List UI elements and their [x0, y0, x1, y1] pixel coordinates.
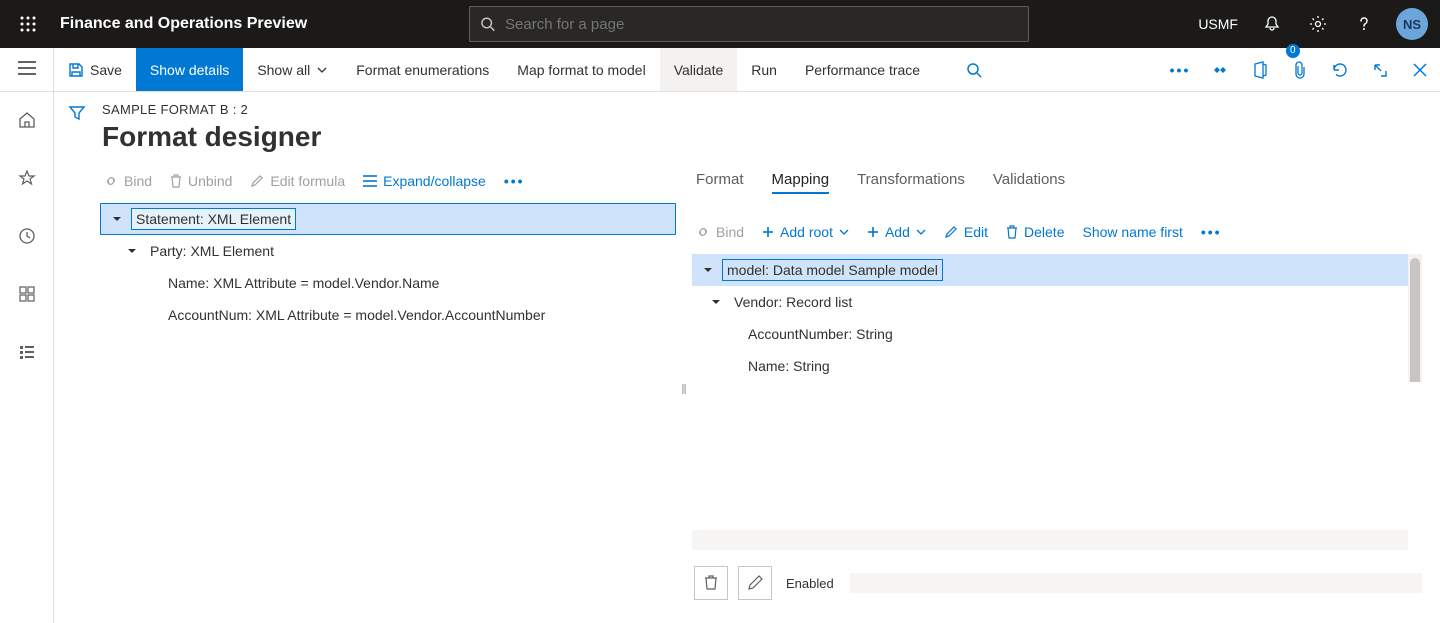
nav-workspaces-icon[interactable]: [7, 278, 47, 310]
search-icon: [480, 16, 495, 32]
link-icon: [104, 174, 118, 188]
plus-icon: [762, 226, 774, 238]
close-icon[interactable]: [1400, 48, 1440, 91]
nav-modules-icon[interactable]: [7, 336, 47, 368]
show-all-button[interactable]: Show all: [243, 48, 342, 91]
tree-node-party[interactable]: Party: XML Element: [100, 235, 676, 267]
tab-mapping[interactable]: Mapping: [772, 167, 830, 194]
property-edit-button[interactable]: [738, 566, 772, 600]
refresh-icon[interactable]: [1320, 48, 1360, 91]
left-pane-overflow[interactable]: •••: [504, 173, 525, 189]
splitter-handle[interactable]: ‖: [676, 167, 692, 610]
add-root-button[interactable]: Add root: [762, 224, 849, 240]
nav-recent-icon[interactable]: [7, 220, 47, 252]
page-title: Format designer: [102, 121, 1422, 153]
trash-icon: [1006, 225, 1018, 239]
company-picker[interactable]: USMF: [1190, 16, 1246, 32]
edit-button[interactable]: Edit: [944, 224, 988, 240]
nav-favorites-icon[interactable]: [7, 162, 47, 194]
expand-collapse-button[interactable]: Expand/collapse: [363, 173, 486, 189]
global-search-input[interactable]: [503, 15, 1018, 34]
performance-trace-button[interactable]: Performance trace: [791, 48, 934, 91]
settings-icon[interactable]: [1298, 4, 1338, 44]
run-button[interactable]: Run: [737, 48, 791, 91]
tab-transformations[interactable]: Transformations: [857, 167, 965, 194]
tree-caret[interactable]: [124, 243, 140, 259]
tree-caret[interactable]: [109, 211, 125, 227]
filter-icon[interactable]: [68, 104, 86, 623]
add-button[interactable]: Add: [867, 224, 926, 240]
user-avatar[interactable]: NS: [1396, 8, 1428, 40]
format-enumerations-button[interactable]: Format enumerations: [342, 48, 503, 91]
unbind-button[interactable]: Unbind: [170, 173, 232, 189]
page-search-button[interactable]: [954, 48, 994, 91]
mapping-bind-button[interactable]: Bind: [696, 224, 744, 240]
show-name-first-button[interactable]: Show name first: [1082, 224, 1182, 240]
chevron-down-icon: [839, 227, 849, 237]
global-search[interactable]: [469, 6, 1029, 42]
tree-node-name-attr[interactable]: Name: XML Attribute = model.Vendor.Name: [100, 267, 676, 299]
bind-button[interactable]: Bind: [104, 173, 152, 189]
model-node-root[interactable]: model: Data model Sample model: [692, 254, 1422, 286]
property-enabled-value[interactable]: [850, 573, 1422, 593]
chevron-down-icon: [316, 64, 328, 76]
model-node-name[interactable]: Name: String: [692, 350, 1422, 382]
edit-formula-button[interactable]: Edit formula: [250, 173, 345, 189]
link-icon: [696, 225, 710, 239]
show-details-button[interactable]: Show details: [136, 48, 243, 91]
right-pane-overflow[interactable]: •••: [1201, 224, 1222, 240]
tree-node-statement[interactable]: Statement: XML Element: [100, 203, 676, 235]
delete-button[interactable]: Delete: [1006, 224, 1064, 240]
pencil-icon: [944, 225, 958, 239]
list-icon: [363, 175, 377, 187]
tree-caret[interactable]: [708, 294, 724, 310]
validate-button[interactable]: Validate: [660, 48, 738, 91]
attachments-icon[interactable]: 0: [1280, 48, 1320, 91]
pencil-icon: [250, 174, 264, 188]
chevron-down-icon: [916, 227, 926, 237]
popout-icon[interactable]: [1360, 48, 1400, 91]
notifications-icon[interactable]: [1252, 4, 1292, 44]
model-node-accountnumber[interactable]: AccountNumber: String: [692, 318, 1422, 350]
attachments-badge: 0: [1286, 44, 1300, 58]
tree-node-accountnum-attr[interactable]: AccountNum: XML Attribute = model.Vendor…: [100, 299, 676, 331]
help-icon[interactable]: [1344, 4, 1384, 44]
save-button[interactable]: Save: [54, 48, 136, 91]
overflow-menu-button[interactable]: •••: [1160, 48, 1200, 91]
dataverse-icon[interactable]: [1200, 48, 1240, 91]
map-format-to-model-button[interactable]: Map format to model: [503, 48, 659, 91]
property-delete-button[interactable]: [694, 566, 728, 600]
app-title: Finance and Operations Preview: [60, 15, 307, 33]
tab-validations[interactable]: Validations: [993, 167, 1065, 194]
tree-caret[interactable]: [700, 262, 716, 278]
breadcrumb: SAMPLE FORMAT B : 2: [102, 102, 1422, 117]
plus-icon: [867, 226, 879, 238]
nav-collapse-icon[interactable]: [18, 61, 36, 78]
property-enabled-label: Enabled: [786, 576, 834, 591]
nav-home-icon[interactable]: [7, 104, 47, 136]
model-node-vendor[interactable]: Vendor: Record list: [692, 286, 1422, 318]
tab-format[interactable]: Format: [696, 167, 744, 194]
property-strip: [692, 530, 1408, 550]
mapping-scrollbar[interactable]: [1408, 254, 1422, 382]
trash-icon: [170, 174, 182, 188]
save-label: Save: [90, 62, 122, 78]
office-icon[interactable]: [1240, 48, 1280, 91]
app-launcher-icon[interactable]: [12, 8, 44, 40]
